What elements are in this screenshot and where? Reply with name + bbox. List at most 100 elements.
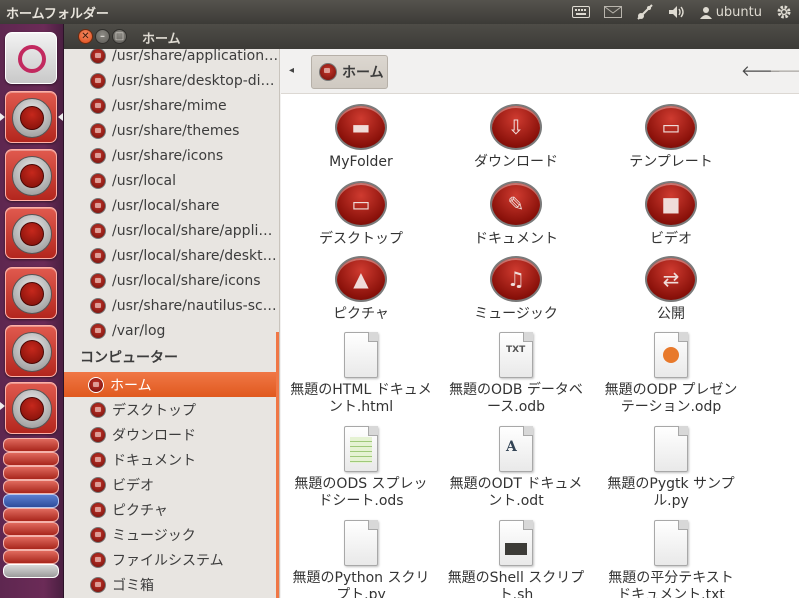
sidebar-item-bookmark[interactable]: /usr/share/desktop-di… xyxy=(66,68,278,93)
document-icon: ✎ xyxy=(490,181,542,227)
file-item[interactable]: ⇄ 公開 xyxy=(596,256,746,323)
sidebar-scrollbar[interactable] xyxy=(276,332,279,598)
sidebar-item-bookmark[interactable]: /usr/share/icons xyxy=(66,143,278,168)
music-icon: ♫ xyxy=(490,256,542,302)
minimize-button[interactable]: – xyxy=(95,29,110,44)
launcher-stacked-item[interactable] xyxy=(3,452,59,466)
text-file-icon: TXT xyxy=(499,332,533,378)
dash-button[interactable] xyxy=(5,32,57,84)
file-item[interactable]: 無題のPygtk サンプ ル.py xyxy=(596,426,746,510)
file-item[interactable]: ▭ デスクトップ xyxy=(286,181,436,248)
home-icon xyxy=(319,63,337,81)
file-item[interactable]: 無題のODP プレゼン テーション.odp xyxy=(596,332,746,416)
launcher-app-1[interactable] xyxy=(5,207,57,259)
launcher-app-3[interactable] xyxy=(5,325,57,377)
python-file-icon xyxy=(654,426,688,472)
app-icon xyxy=(12,214,52,254)
file-item[interactable]: 無題のPython スクリ プト.py xyxy=(286,520,436,598)
music-icon xyxy=(90,526,106,543)
forward-button[interactable]: 🡒 xyxy=(769,61,799,80)
drive-icon xyxy=(90,551,106,568)
file-item[interactable]: ▬ MyFolder xyxy=(286,104,436,171)
desktop-icon: ▭ xyxy=(335,181,387,227)
launcher-stacked-item[interactable] xyxy=(3,564,59,578)
folder-icon xyxy=(90,247,106,264)
launcher-stacked-item[interactable] xyxy=(3,494,59,508)
user-menu[interactable]: ubuntu xyxy=(693,0,769,24)
launcher-stacked-item[interactable] xyxy=(3,508,59,522)
folder-icon xyxy=(90,322,106,339)
sidebar-item-bookmark[interactable]: /usr/local/share/icons xyxy=(66,268,278,293)
sidebar-item-bookmark[interactable]: /usr/share/nautilus-sc… xyxy=(66,293,278,318)
window-title: ホーム xyxy=(142,32,181,47)
spreadsheet-file-icon xyxy=(344,426,378,472)
file-item[interactable]: TXT 無題のODB データベ ース.odb xyxy=(441,332,591,416)
sidebar-item-pictures[interactable]: ピクチャ xyxy=(66,497,278,522)
file-view: ▬ MyFolder ⇩ ダウンロード ▭ テンプレート ▭ デスクトップ ✎ … xyxy=(281,94,799,598)
maximize-button[interactable]: □ xyxy=(112,29,127,44)
file-item[interactable]: ⇩ ダウンロード xyxy=(441,104,591,171)
close-icon: ✕ xyxy=(81,30,90,42)
sidebar-item-desktop[interactable]: デスクトップ xyxy=(66,397,278,422)
path-scroll-left-icon[interactable]: ◂ xyxy=(289,65,294,76)
mail-icon[interactable] xyxy=(597,0,629,24)
close-button[interactable]: ✕ xyxy=(78,29,93,44)
folder-icon xyxy=(90,147,106,164)
network-icon[interactable] xyxy=(629,0,661,24)
launcher-stacked-item[interactable] xyxy=(3,536,59,550)
launcher-stacked-item[interactable] xyxy=(3,466,59,480)
python-file-icon xyxy=(344,520,378,566)
sidebar-item-bookmark[interactable]: /usr/local/share/deskt… xyxy=(66,243,278,268)
breadcrumb-home[interactable]: ホーム xyxy=(311,55,388,89)
file-item[interactable]: ■ ビデオ xyxy=(596,181,746,248)
download-icon xyxy=(90,426,106,443)
title-bar: ✕ – □ ホーム xyxy=(64,24,799,49)
launcher-firefox[interactable] xyxy=(5,149,57,201)
launcher-stacked-item[interactable] xyxy=(3,438,59,452)
video-icon: ■ xyxy=(645,181,697,227)
file-item[interactable]: 無題の平分テキスト ドキュメント.txt xyxy=(596,520,746,598)
download-icon: ⇩ xyxy=(490,104,542,150)
volume-icon[interactable] xyxy=(661,0,693,24)
folder-icon xyxy=(90,222,106,239)
file-item[interactable]: 無題のHTML ドキュメ ント.html xyxy=(286,332,436,416)
trash-icon xyxy=(90,576,106,593)
sidebar-item-bookmark[interactable]: /usr/local/share xyxy=(66,193,278,218)
sidebar-item-bookmark[interactable]: /var/log xyxy=(66,318,278,343)
sidebar-item-filesystem[interactable]: ファイルシステム xyxy=(66,547,278,572)
sidebar-item-bookmark[interactable]: /usr/share/mime xyxy=(66,93,278,118)
sidebar-item-downloads[interactable]: ダウンロード xyxy=(66,422,278,447)
launcher-stacked-item[interactable] xyxy=(3,480,59,494)
file-item[interactable]: ▲ ピクチャ xyxy=(286,256,436,323)
file-item[interactable]: A 無題のODT ドキュメ ント.odt xyxy=(441,426,591,510)
file-item[interactable]: ♫ ミュージック xyxy=(441,256,591,323)
file-item[interactable]: 無題のShell スクリプ ト.sh xyxy=(441,520,591,598)
sidebar-item-trash[interactable]: ゴミ箱 xyxy=(66,572,278,597)
top-panel: ホームフォルダー ubuntu xyxy=(0,0,799,24)
file-item[interactable]: 無題のODS スプレッ ドシート.ods xyxy=(286,426,436,510)
sidebar-item-music[interactable]: ミュージック xyxy=(66,522,278,547)
launcher-home-folder[interactable] xyxy=(5,91,57,143)
launcher-stacked-item[interactable] xyxy=(3,550,59,564)
html-file-icon xyxy=(344,332,378,378)
folder-icon xyxy=(90,72,106,89)
file-item[interactable]: ✎ ドキュメント xyxy=(441,181,591,248)
arrow-right-icon: 🡒 xyxy=(769,62,799,80)
launcher-app-4[interactable] xyxy=(5,382,57,434)
keyboard-icon[interactable] xyxy=(565,0,597,24)
sidebar-item-home[interactable]: ホーム xyxy=(64,372,278,397)
app-icon xyxy=(12,332,52,372)
sidebar-item-bookmark[interactable]: /usr/local/share/appli… xyxy=(66,218,278,243)
sidebar-item-videos[interactable]: ビデオ xyxy=(66,472,278,497)
file-item[interactable]: ▭ テンプレート xyxy=(596,104,746,171)
sidebar-item-bookmark[interactable]: /usr/share/themes xyxy=(66,118,278,143)
presentation-file-icon xyxy=(654,332,688,378)
launcher-app-2[interactable] xyxy=(5,267,57,319)
sidebar-item-bookmark[interactable]: /usr/share/application… xyxy=(66,49,278,68)
sidebar-item-bookmark[interactable]: /usr/local xyxy=(66,168,278,193)
indicator-area: ubuntu xyxy=(565,0,799,24)
gear-icon[interactable] xyxy=(769,0,799,24)
app-menu-title[interactable]: ホームフォルダー xyxy=(6,3,109,22)
launcher-stacked-item[interactable] xyxy=(3,522,59,536)
sidebar-item-documents[interactable]: ドキュメント xyxy=(66,447,278,472)
